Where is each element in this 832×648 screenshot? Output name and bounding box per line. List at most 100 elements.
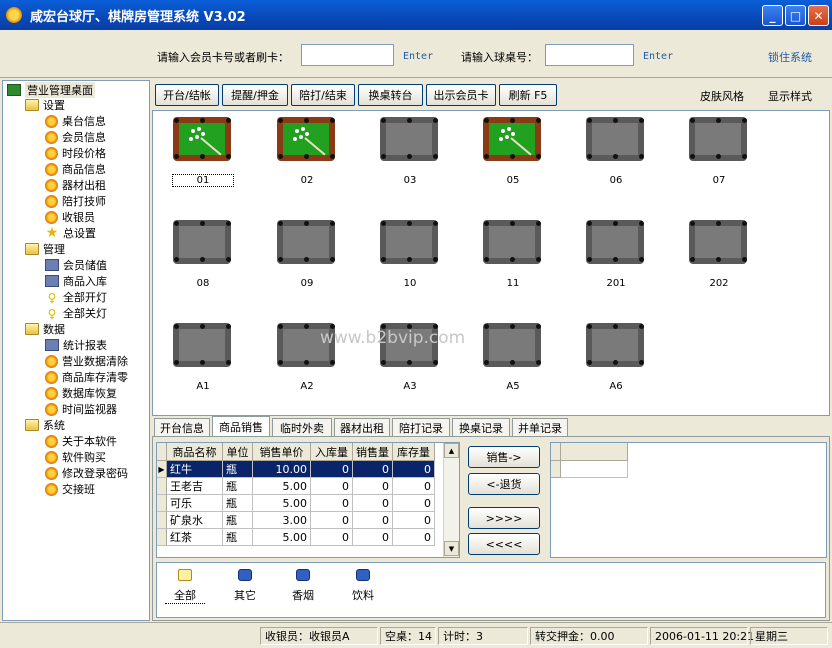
tab-0[interactable]: 开台信息 [154,418,210,436]
billiard-table[interactable]: 01 [172,113,234,187]
grid-header[interactable]: 入库量 [311,443,353,461]
billiard-table[interactable]: 11 [483,216,543,290]
grid-cell: 红牛 [167,461,223,478]
lock-system-link[interactable]: 锁住系统 [768,49,812,65]
category-item[interactable]: 饮料 [343,569,383,603]
member-enter-link[interactable]: Enter [403,51,433,62]
category-item[interactable]: 全部 [165,569,205,604]
category-item[interactable]: 其它 [225,569,265,603]
tree-item[interactable]: 交接班 [45,481,95,497]
tree-item[interactable]: 营业数据清除 [45,353,128,369]
billiard-table[interactable]: 05 [483,113,543,187]
billiard-table[interactable]: A5 [483,319,543,393]
billiard-table[interactable]: 07 [689,113,749,187]
table-number-input[interactable] [545,44,634,66]
ball [301,127,305,131]
tree-item[interactable]: ♀ 全部关灯 [45,305,107,321]
goods-grid: ▲ ▼ 商品名称 单位 销售单价 入库量 销售量 库存量 ▶ 红牛瓶 10.00 0 0 0 王老吉瓶 5… [156,442,460,558]
scroll-up-icon[interactable]: ▲ [444,443,459,458]
tree-item[interactable]: 桌台信息 [45,113,106,129]
tree-item[interactable]: 统计报表 [45,337,107,353]
billiard-table[interactable]: 10 [380,216,440,290]
grid-cell: 可乐 [167,495,223,512]
tree-item[interactable]: 器材出租 [45,177,106,193]
toolbar-button[interactable]: 刷新 F5 [499,84,557,106]
tree-item[interactable]: 陪打技师 [45,193,106,209]
grid-header[interactable]: 库存量 [393,443,435,461]
table-felt [173,117,231,161]
toolbar-link[interactable]: 皮肤风格 [700,88,744,104]
action-button[interactable]: >>>> [468,507,540,529]
toolbar-button[interactable]: 出示会员卡 [426,84,496,106]
pocket [407,257,412,262]
toolbar-button[interactable]: 开台/结帐 [155,84,219,106]
tree-item[interactable]: 时间监视器 [45,401,117,417]
billiard-table[interactable]: 06 [586,113,646,187]
maximize-button[interactable]: □ [785,5,806,26]
action-button[interactable]: 销售-> [468,446,540,468]
tree-item[interactable]: 修改登录密码 [45,465,128,481]
pocket [278,118,283,123]
tree-group-2[interactable]: 数据 [25,321,65,337]
tree-item[interactable]: 商品信息 [45,161,106,177]
tree-item[interactable]: ♀ 全部开灯 [45,289,107,305]
tree-item[interactable]: ★ 总设置 [45,225,96,241]
toolbar-button[interactable]: 陪打/结束 [291,84,355,106]
tree-root[interactable]: 营业管理桌面 [7,82,95,98]
close-button[interactable]: ✕ [808,5,829,26]
billiard-table[interactable]: 09 [277,216,337,290]
billiard-table[interactable]: 202 [689,216,749,290]
pocket [226,221,231,226]
scroll-down-icon[interactable]: ▼ [444,541,459,556]
toolbar-button[interactable]: 提醒/押金 [222,84,288,106]
tab-6[interactable]: 并单记录 [512,418,568,436]
tab-3[interactable]: 器材出租 [334,418,390,436]
goods-scrollbar[interactable]: ▲ ▼ [443,443,459,557]
tree-group-0[interactable]: 设置 [25,97,65,113]
grid-header[interactable]: 销售单价 [253,443,311,461]
tab-2[interactable]: 临时外卖 [272,418,332,436]
grid-header[interactable]: 单位 [223,443,253,461]
category-bar: 全部 其它 香烟 饮料 [156,562,826,618]
pocket [613,257,618,262]
member-card-input[interactable] [301,44,394,66]
toolbar-button[interactable]: 换桌转台 [358,84,423,106]
ball [189,137,193,141]
tree-item[interactable]: 关于本软件 [45,433,117,449]
category-item[interactable]: 香烟 [283,569,323,603]
tab-5[interactable]: 换桌记录 [452,418,510,436]
billiard-table[interactable]: 02 [277,113,337,187]
tree-item-label: 全部开灯 [63,291,107,304]
toolbar-link[interactable]: 显示样式 [768,88,812,104]
pocket [330,360,335,365]
grid-header[interactable]: 销售量 [353,443,393,461]
tab-1[interactable]: 商品销售 [212,416,270,436]
tree-group-3[interactable]: 系统 [25,417,65,433]
grid-cell: 0 [353,512,393,529]
billiard-table[interactable]: A1 [173,319,233,393]
pocket [304,324,309,329]
tree-item[interactable]: 会员信息 [45,129,106,145]
billiard-table[interactable]: 03 [380,113,440,187]
grid-header[interactable]: 商品名称 [167,443,223,461]
tab-4[interactable]: 陪打记录 [392,418,450,436]
action-button[interactable]: <<<< [468,533,540,555]
table-enter-link[interactable]: Enter [643,51,673,62]
tree-item[interactable]: 软件购买 [45,449,106,465]
tree-item[interactable]: 时段价格 [45,145,106,161]
tree-item[interactable]: 数据库恢复 [45,385,117,401]
grid-cell: 瓶 [223,529,253,546]
billiard-table[interactable]: A6 [586,319,646,393]
tree-item[interactable]: 会员储值 [45,257,107,273]
minimize-button[interactable]: _ [762,5,783,26]
action-button[interactable]: <-退货 [468,473,540,495]
tree-item[interactable]: 商品入库 [45,273,107,289]
status-deposit: 转交押金：0.00 [530,627,648,645]
tree-item[interactable]: 商品库存清零 [45,369,128,385]
tree-item[interactable]: 收银员 [45,209,95,225]
tree-group-1[interactable]: 管理 [25,241,65,257]
billiard-table[interactable]: 08 [173,216,233,290]
grid-cell: 0 [311,512,353,529]
billiard-table[interactable]: 201 [586,216,646,290]
pocket [742,118,747,123]
